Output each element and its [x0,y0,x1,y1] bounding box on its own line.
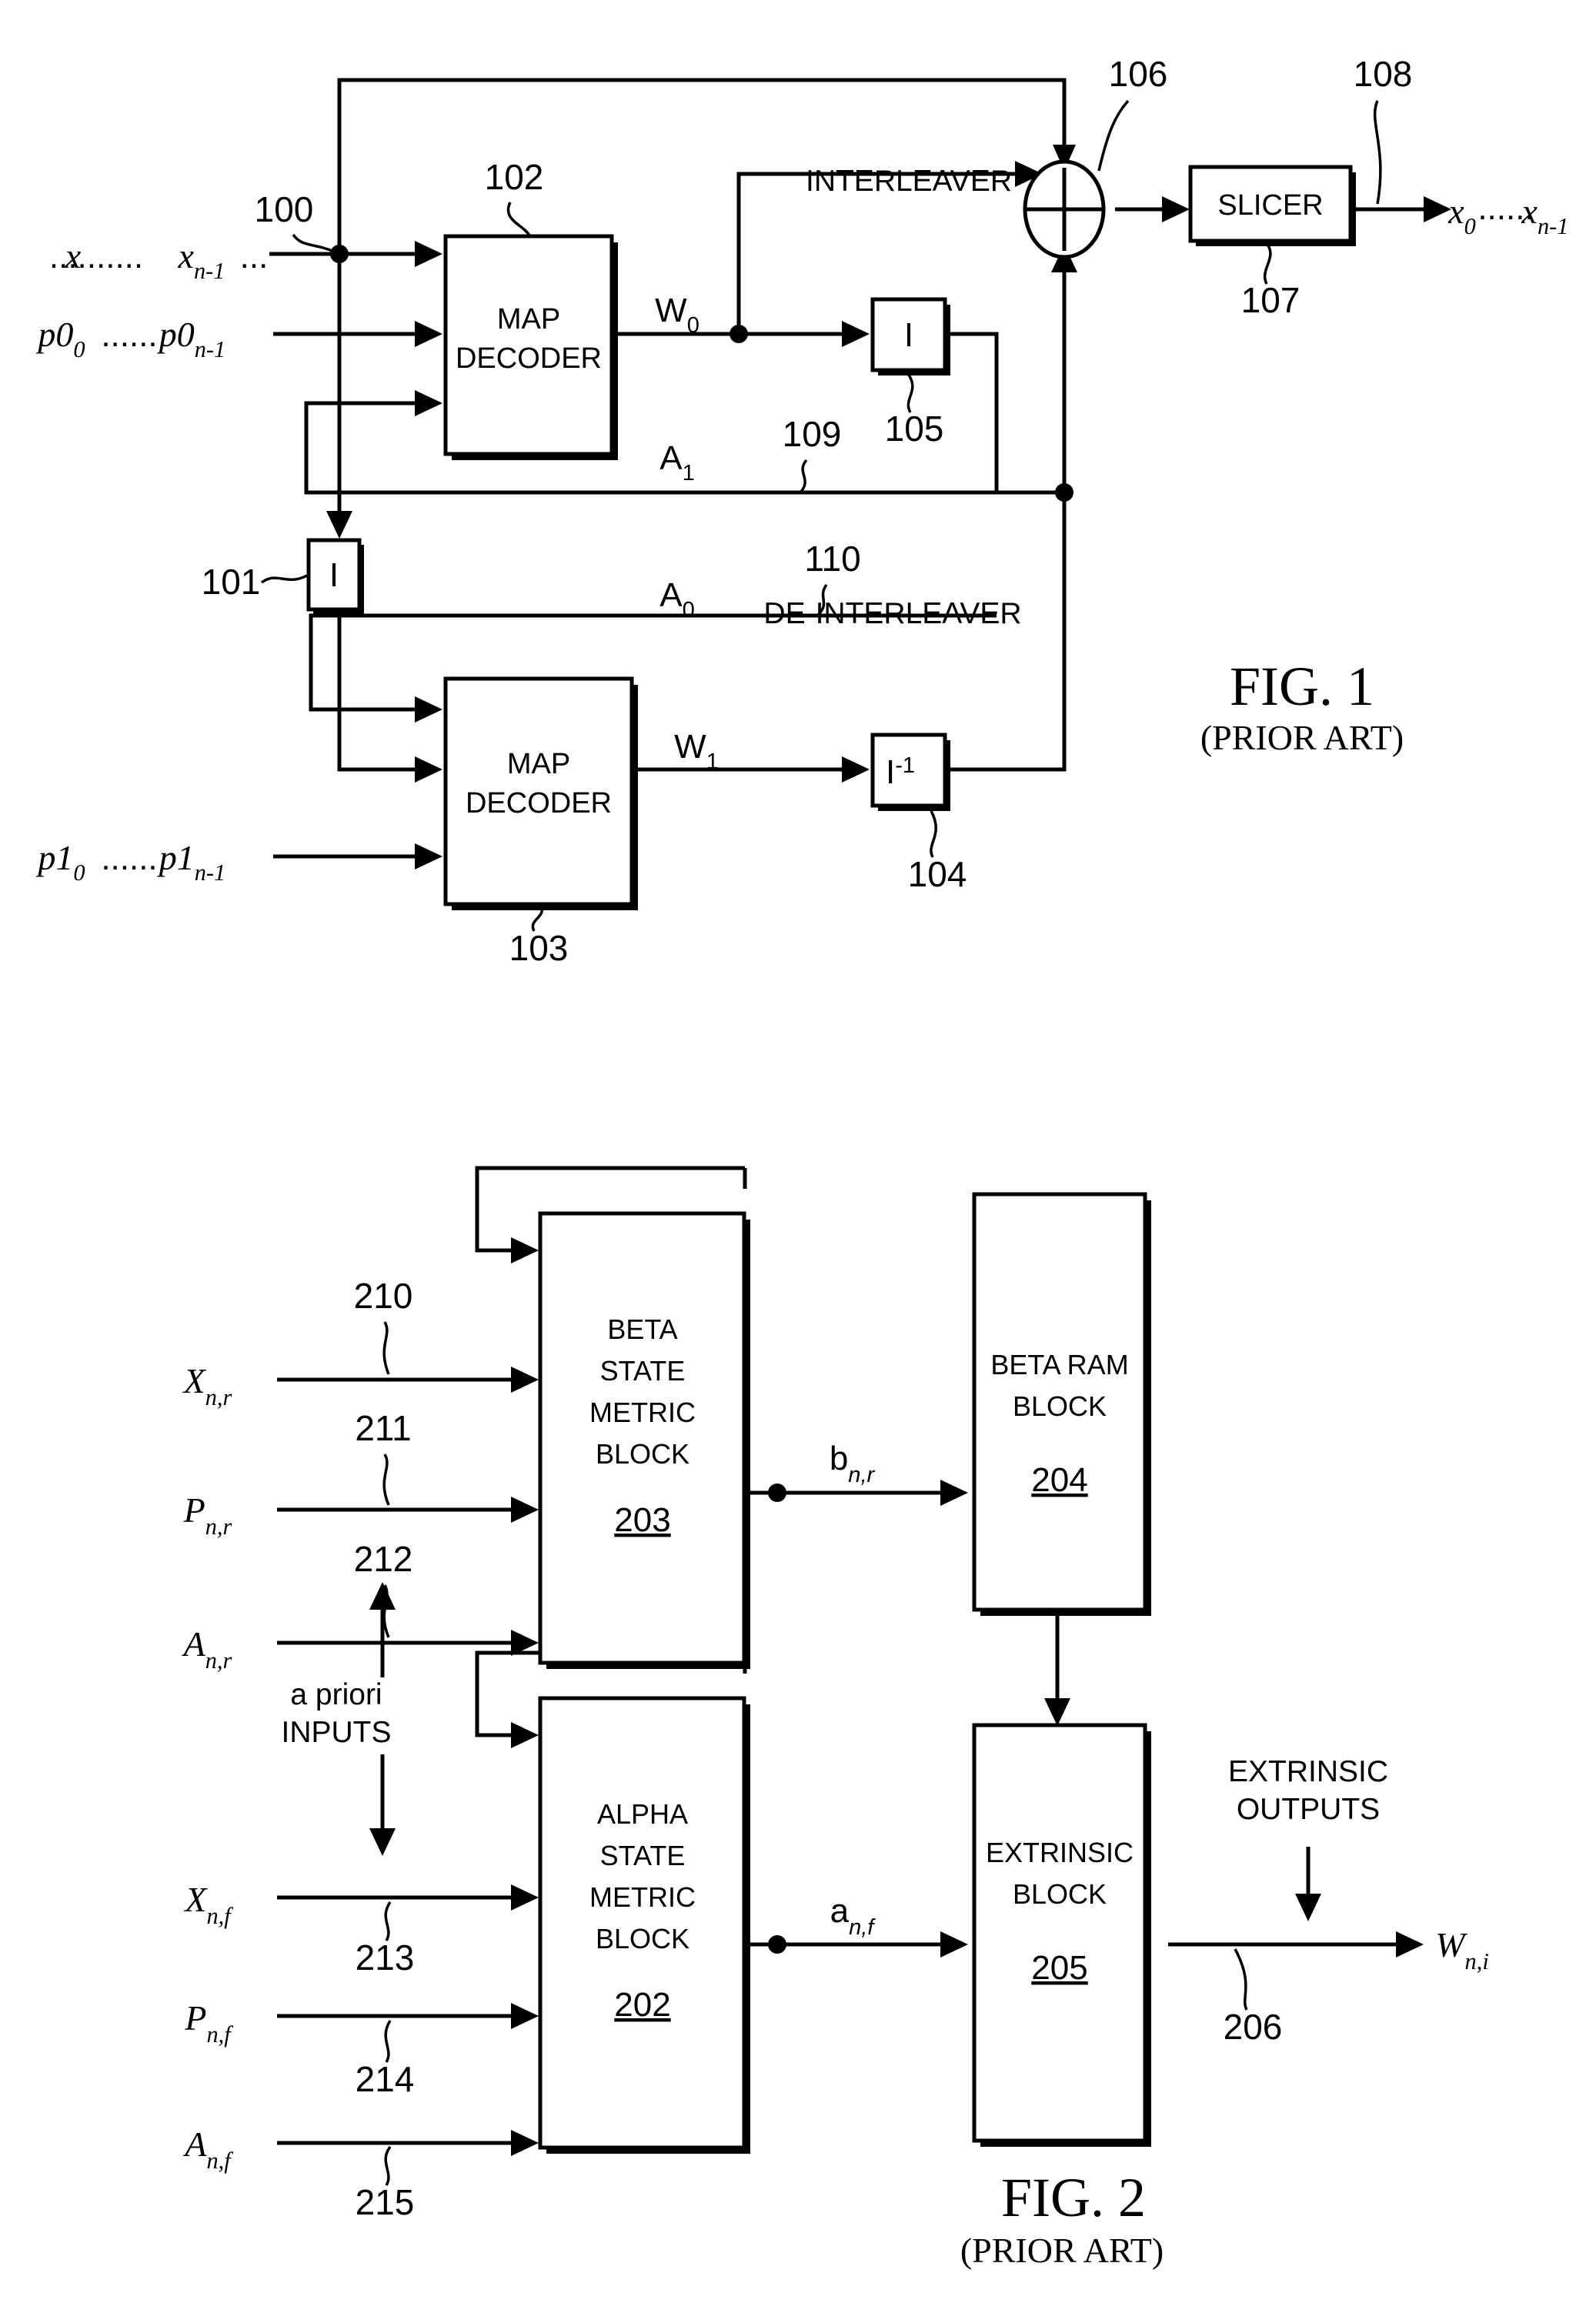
ref-211: 211 [355,1408,411,1448]
alpha-smb-line2: STATE [600,1840,686,1871]
beta-ram-line2: BLOCK [1013,1390,1107,1422]
ref-109: 109 [783,414,842,454]
extrinsic-block[interactable]: EXTRINSIC BLOCK 205 [972,1723,1151,2147]
ref-104: 104 [908,854,967,894]
interleaver-105[interactable]: I [870,297,950,375]
beta-smb-line3: METRIC [589,1397,696,1428]
beta-smb-line1: BETA [607,1313,677,1345]
input-x-dots: .......... [49,238,143,275]
extrinsic-outputs-line1: EXTRINSIC [1228,1755,1388,1788]
input-p1-dots: ...... [101,839,157,877]
map-decoder-bottom-line1: MAP [507,748,570,780]
beta-smb-ref: 203 [614,1501,670,1539]
extrinsic-line2: BLOCK [1013,1878,1107,1910]
map-decoder-bottom[interactable]: MAP DECODER [443,676,638,910]
alpha-state-metric-block[interactable]: ALPHA STATE METRIC BLOCK 202 [538,1696,750,2154]
fig2-subcaption: (PRIOR ART) [960,2231,1164,2270]
ref-103: 103 [509,928,569,968]
beta-ram-ref: 204 [1031,1461,1087,1499]
map-decoder-top-line2: DECODER [456,342,602,375]
interleaver-105-glyph: I [904,316,913,354]
beta-smb-line2: STATE [600,1355,686,1387]
ref-106: 106 [1109,54,1168,94]
page-background [0,0,1596,2313]
alpha-smb-ref: 202 [614,1986,670,2024]
beta-ram-block[interactable]: BETA RAM BLOCK 204 [972,1192,1151,1616]
deinterleaver-104[interactable]: I-1 [870,733,950,811]
fig1-subcaption: (PRIOR ART) [1200,718,1404,757]
interleaver-header: INTERLEAVER [806,165,1012,198]
ref-107: 107 [1241,280,1301,320]
ref-102: 102 [485,157,544,197]
apriori-inputs-line1: a priori [290,1678,382,1711]
figures-canvas: MAP DECODER MAP DECODER I I I-1 SLICER I… [0,0,1596,2313]
beta-ram-line1: BETA RAM [990,1349,1128,1380]
alpha-smb-line1: ALPHA [597,1798,688,1830]
input-x-trailing: ... [240,238,269,275]
beta-smb-line4: BLOCK [596,1438,689,1470]
patent-figure-sheet: MAP DECODER MAP DECODER I I I-1 SLICER I… [0,0,1596,2313]
ref-210: 210 [354,1276,413,1316]
ref-212: 212 [354,1539,413,1579]
beta-state-metric-block[interactable]: BETA STATE METRIC BLOCK 203 [538,1211,750,1669]
ref-100: 100 [255,189,314,229]
fig2-caption: FIG. 2 [1001,2167,1146,2228]
ref-214: 214 [356,2059,415,2099]
extrinsic-box [972,1723,1147,2143]
slicer-label: SLICER [1217,189,1323,222]
ref-215: 215 [356,2182,415,2222]
deinterleaver-header: DE-INTERLEAVER [763,597,1021,630]
fig1-caption: FIG. 1 [1230,656,1374,717]
interleaver-101[interactable]: I [306,538,364,614]
map-decoder-bottom-line2: DECODER [466,787,612,819]
ref-108: 108 [1354,54,1413,94]
ref-213: 213 [356,1938,415,1978]
map-decoder-top-line1: MAP [497,303,560,335]
slicer-block[interactable]: SLICER [1188,165,1356,246]
ref-105: 105 [885,409,944,449]
alpha-smb-line4: BLOCK [596,1923,689,1954]
interleaver-101-glyph: I [329,556,339,594]
map-decoder-top[interactable]: MAP DECODER [443,234,618,460]
alpha-smb-line3: METRIC [589,1881,696,1913]
adder-106[interactable] [1023,159,1106,259]
extrinsic-outputs-line2: OUTPUTS [1237,1793,1380,1826]
extrinsic-line1: EXTRINSIC [986,1837,1134,1868]
extrinsic-ref: 205 [1031,1949,1087,1987]
ref-206: 206 [1224,2007,1283,2047]
junction-dot-anf [768,1935,786,1954]
apriori-inputs-line2: INPUTS [281,1716,391,1749]
ref-110: 110 [804,539,860,579]
input-p0-dots: ...... [101,316,157,354]
junction-dot-bnr [768,1484,786,1502]
ref-101: 101 [202,562,261,602]
